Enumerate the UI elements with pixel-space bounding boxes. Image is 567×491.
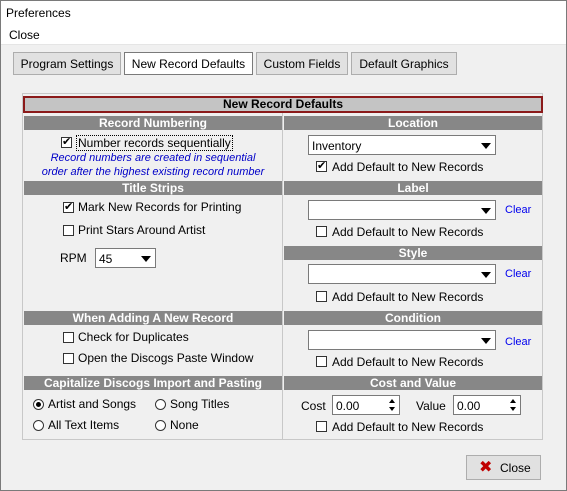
cost-add-default-label: Add Default to New Records [332,420,484,434]
condition-add-default-checkbox[interactable] [316,356,327,367]
mark-printing-label: Mark New Records for Printing [78,200,242,214]
check-duplicates-label: Check for Duplicates [78,330,189,344]
rpm-dropdown[interactable]: 45 [95,248,156,268]
cost-value-header: Cost and Value [284,376,542,390]
rpm-value: 45 [99,252,113,266]
radio-all-text-label: All Text Items [48,418,120,432]
label-header: Label [284,181,542,195]
radio-artist-songs[interactable] [33,399,44,410]
label-dropdown[interactable] [308,200,496,220]
cost-spinner[interactable]: 0.00 [332,395,400,415]
style-add-default-checkbox[interactable] [316,291,327,302]
cost-value: 0.00 [336,399,360,413]
print-stars-checkbox[interactable] [63,225,74,236]
condition-header: Condition [284,311,542,325]
number-sequential-checkbox[interactable] [61,135,72,149]
radio-all-text[interactable] [33,420,44,431]
mark-printing-checkbox[interactable] [63,200,74,214]
condition-dropdown[interactable] [308,330,496,350]
chevron-down-icon [481,208,491,214]
chevron-down-icon [481,338,491,344]
tab-program-settings[interactable]: Program Settings [13,52,121,75]
style-header: Style [284,246,542,260]
rpm-label: RPM [60,251,87,265]
cost-add-default-checkbox[interactable] [316,421,327,432]
location-add-default-checkbox[interactable] [316,159,327,173]
chevron-down-icon [481,272,491,278]
title-strips-header: Title Strips [24,181,282,195]
adding-header: When Adding A New Record [24,311,282,325]
panel-title: New Record Defaults [23,96,543,113]
label-add-default-checkbox[interactable] [316,226,327,237]
capitalize-header: Capitalize Discogs Import and Pasting [24,376,282,390]
style-dropdown[interactable] [308,264,496,284]
note-line-2: order after the highest existing record … [41,166,265,178]
condition-add-default-label: Add Default to New Records [332,355,484,369]
open-discogs-label: Open the Discogs Paste Window [78,351,254,365]
label-add-default-label: Add Default to New Records [332,225,484,239]
location-add-default-label: Add Default to New Records [332,160,484,174]
record-numbering-note: Record numbers are created in sequential… [24,151,282,179]
location-header: Location [284,116,542,130]
value-spinner[interactable]: 0.00 [453,395,521,415]
cost-label: Cost [301,399,326,413]
close-button-label: Close [500,461,531,475]
close-button[interactable]: ✖ Close [466,455,541,480]
title-bar: Preferences [1,1,566,25]
chevron-down-icon [141,256,151,262]
style-clear-link[interactable]: Clear [505,268,531,280]
spin-up-icon [389,399,395,403]
label-clear-link[interactable]: Clear [505,204,531,216]
radio-artist-songs-label: Artist and Songs [48,397,137,411]
record-numbering-header: Record Numbering [24,116,282,130]
value-label: Value [416,399,446,413]
tab-default-graphics[interactable]: Default Graphics [351,52,457,75]
tab-new-record-defaults[interactable]: New Record Defaults [124,52,253,75]
note-line-1: Record numbers are created in sequential [50,152,256,164]
radio-none[interactable] [155,420,166,431]
radio-song-titles[interactable] [155,399,166,410]
check-duplicates-checkbox[interactable] [63,332,74,343]
location-value: Inventory [312,139,362,153]
number-sequential-label[interactable]: Number records sequentially [76,135,233,151]
style-add-default-label: Add Default to New Records [332,290,484,304]
print-stars-label: Print Stars Around Artist [78,223,206,237]
open-discogs-checkbox[interactable] [63,353,74,364]
column-divider [282,113,283,439]
radio-none-label: None [170,418,199,432]
menu-bar: Close [1,25,566,45]
location-dropdown[interactable]: Inventory [308,135,496,155]
chevron-down-icon [481,143,491,149]
condition-clear-link[interactable]: Clear [505,336,531,348]
spin-down-icon [510,407,516,411]
spin-up-icon [510,399,516,403]
spin-down-icon [389,407,395,411]
tab-custom-fields[interactable]: Custom Fields [256,52,348,75]
window-title: Preferences [6,6,71,20]
value-value: 0.00 [457,399,481,413]
radio-song-titles-label: Song Titles [170,397,230,411]
menu-close[interactable]: Close [9,28,40,42]
close-x-icon: ✖ [479,459,493,476]
